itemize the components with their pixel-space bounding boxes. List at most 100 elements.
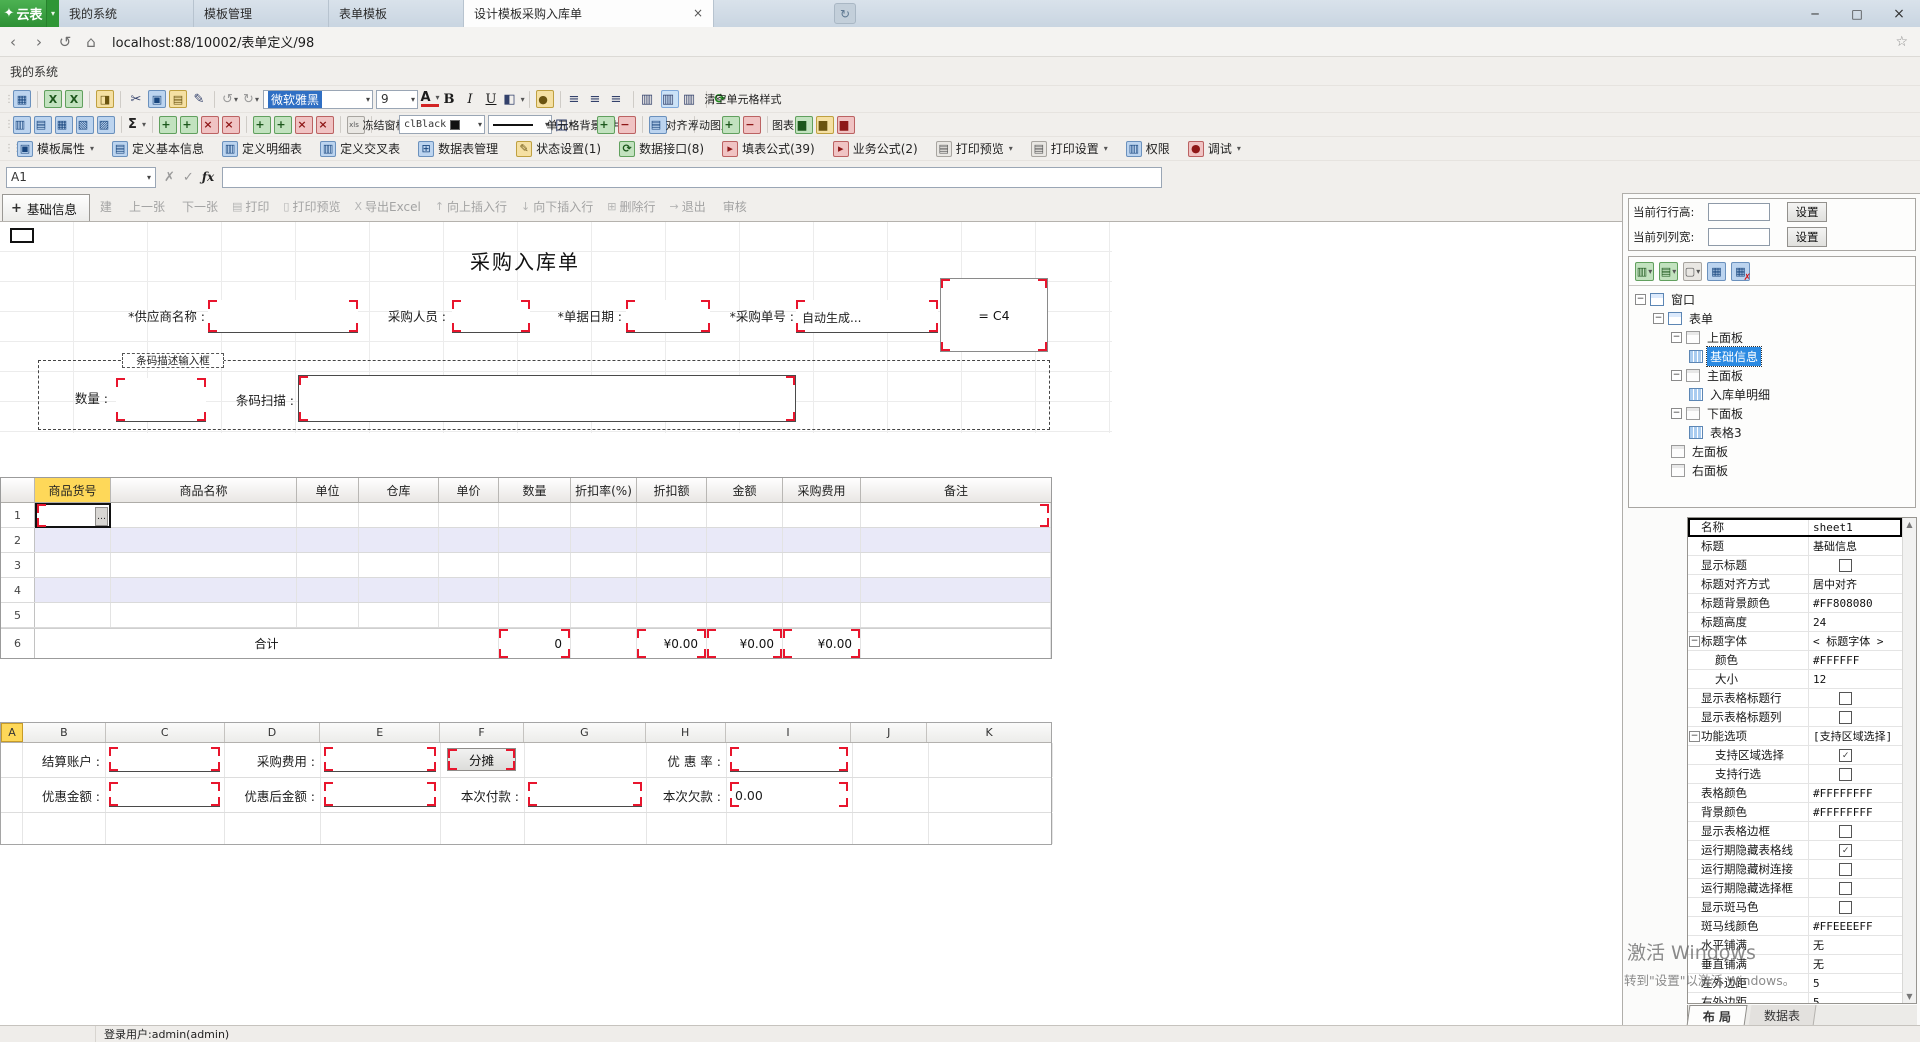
- totals-discount-cell[interactable]: ¥0.00: [637, 629, 707, 658]
- date-input[interactable]: [626, 300, 710, 333]
- property-checkbox[interactable]: [1839, 882, 1852, 895]
- format-painter-icon[interactable]: ✎: [190, 90, 208, 108]
- table-cell[interactable]: [637, 603, 707, 627]
- purchase-fee-input[interactable]: [324, 747, 436, 772]
- property-expander-icon[interactable]: [1688, 784, 1701, 802]
- property-expander-icon[interactable]: [1688, 575, 1701, 593]
- table-cell[interactable]: [499, 528, 571, 552]
- remove-cell-image-icon[interactable]: −: [618, 116, 636, 134]
- sheet-cell[interactable]: [929, 813, 1053, 844]
- tree-item-label[interactable]: 下面板: [1704, 404, 1746, 423]
- column-header[interactable]: 折扣额: [637, 478, 707, 502]
- column-letter[interactable]: J: [851, 723, 927, 742]
- property-row[interactable]: 标题背景颜色 #FF808080: [1688, 594, 1902, 613]
- tab-design-template[interactable]: 设计模板采购入库单 ×: [464, 0, 714, 27]
- column-letter[interactable]: F: [440, 723, 524, 742]
- tree-item-label[interactable]: 窗口: [1668, 290, 1698, 309]
- property-value[interactable]: [1809, 765, 1902, 783]
- tree-expander-icon[interactable]: [1653, 313, 1664, 324]
- cell-lookup-button[interactable]: …: [95, 507, 108, 526]
- column-letter[interactable]: A: [1, 723, 23, 742]
- add-column-panel-icon[interactable]: ▥: [1635, 262, 1654, 281]
- row-number[interactable]: 6: [1, 629, 35, 658]
- table-cell[interactable]: [861, 603, 1051, 627]
- sheet-cell[interactable]: [1, 778, 23, 812]
- tree-item-label[interactable]: 上面板: [1704, 328, 1746, 347]
- set-row-height-button[interactable]: 设置: [1787, 202, 1827, 222]
- property-value[interactable]: 居中对齐: [1809, 575, 1902, 593]
- property-value[interactable]: 24: [1809, 613, 1902, 631]
- sheet-cell[interactable]: [321, 813, 441, 844]
- buyer-input[interactable]: [452, 300, 530, 333]
- table-cell[interactable]: [783, 528, 861, 552]
- table-cell[interactable]: [637, 553, 707, 577]
- redo-icon[interactable]: ↻: [242, 90, 260, 108]
- quantity-input[interactable]: [116, 378, 206, 422]
- delete-row-button[interactable]: ⊞ 删除行: [607, 198, 655, 215]
- add-chart-icon[interactable]: ▆: [795, 116, 813, 134]
- font-size-select[interactable]: 9▾: [376, 90, 418, 109]
- settle-account-input[interactable]: [109, 747, 220, 772]
- column-header[interactable]: 单价: [439, 478, 499, 502]
- table-cell[interactable]: [861, 528, 1051, 552]
- sheet-cell[interactable]: [525, 813, 647, 844]
- column-letter[interactable]: E: [320, 723, 440, 742]
- property-expander-icon[interactable]: [1688, 537, 1701, 555]
- payment-input[interactable]: [528, 782, 642, 807]
- delete-row-icon[interactable]: ×: [295, 116, 313, 134]
- minimize-button[interactable]: ─: [1794, 0, 1836, 27]
- tree-item-inbound-detail[interactable]: 入库单明细: [1629, 385, 1915, 404]
- audit-button[interactable]: 审核: [720, 198, 747, 215]
- property-expander-icon[interactable]: [1688, 860, 1701, 878]
- column-header[interactable]: 商品名称: [111, 478, 297, 502]
- table-cell[interactable]: [111, 603, 297, 627]
- discount-amount-input[interactable]: [109, 782, 220, 807]
- table-cell[interactable]: [297, 553, 359, 577]
- row-height-input[interactable]: [1708, 203, 1770, 221]
- sum-icon[interactable]: Σ: [128, 116, 146, 134]
- export-excel-button[interactable]: X 导出Excel: [354, 198, 420, 215]
- table-cell[interactable]: [359, 578, 439, 602]
- column-header[interactable]: 商品货号: [35, 478, 111, 502]
- copy-icon[interactable]: ▣: [148, 90, 166, 108]
- table-cell[interactable]: [297, 528, 359, 552]
- property-value[interactable]: [1809, 556, 1902, 574]
- property-expander-icon[interactable]: [1688, 993, 1701, 1004]
- table-cell[interactable]: [439, 528, 499, 552]
- formula-input[interactable]: [222, 167, 1162, 188]
- table-cell[interactable]: [783, 503, 861, 527]
- home-icon[interactable]: ⌂: [78, 33, 104, 51]
- supplier-input[interactable]: [208, 300, 358, 333]
- property-value[interactable]: [1809, 860, 1902, 878]
- row-number[interactable]: 2: [1, 528, 35, 552]
- quit-button[interactable]: → 退出: [670, 198, 706, 215]
- align-left-icon[interactable]: ≡: [567, 90, 585, 108]
- purchase-fee-cell[interactable]: [321, 743, 441, 777]
- table-cell[interactable]: [359, 603, 439, 627]
- table-cell[interactable]: [571, 553, 637, 577]
- status-settings-button[interactable]: ✎ 状态设置(1): [512, 140, 605, 157]
- merge-cells-icon[interactable]: ▥: [13, 116, 31, 134]
- property-value[interactable]: 12: [1809, 670, 1902, 688]
- column-header[interactable]: 仓库: [359, 478, 439, 502]
- table-cell[interactable]: [111, 578, 297, 602]
- table-row[interactable]: 1: [1, 503, 1051, 528]
- totals-discount-rate-cell[interactable]: [571, 629, 637, 658]
- new-button[interactable]: 建: [97, 198, 112, 215]
- property-expander-icon[interactable]: [1688, 670, 1701, 688]
- property-expander-icon[interactable]: [1688, 765, 1701, 783]
- discount-amount-cell[interactable]: [106, 778, 225, 812]
- move-handle-icon[interactable]: +: [11, 201, 22, 216]
- table-cell[interactable]: [861, 503, 1051, 527]
- column-header[interactable]: 数量: [499, 478, 571, 502]
- property-expander-icon[interactable]: [1688, 936, 1701, 954]
- tree-item-label[interactable]: 主面板: [1704, 366, 1746, 385]
- row-number[interactable]: 5: [1, 603, 35, 627]
- excel-export-icon[interactable]: X: [65, 90, 83, 108]
- property-row[interactable]: 背景颜色 #FFFFFFFF: [1688, 803, 1902, 822]
- property-expander-icon[interactable]: [1688, 651, 1701, 669]
- table-cell[interactable]: [707, 553, 783, 577]
- panel-tab-datatable[interactable]: 数据表: [1749, 1005, 1817, 1026]
- maximize-button[interactable]: □: [1836, 0, 1878, 27]
- debug-button[interactable]: ● 调试: [1184, 140, 1245, 157]
